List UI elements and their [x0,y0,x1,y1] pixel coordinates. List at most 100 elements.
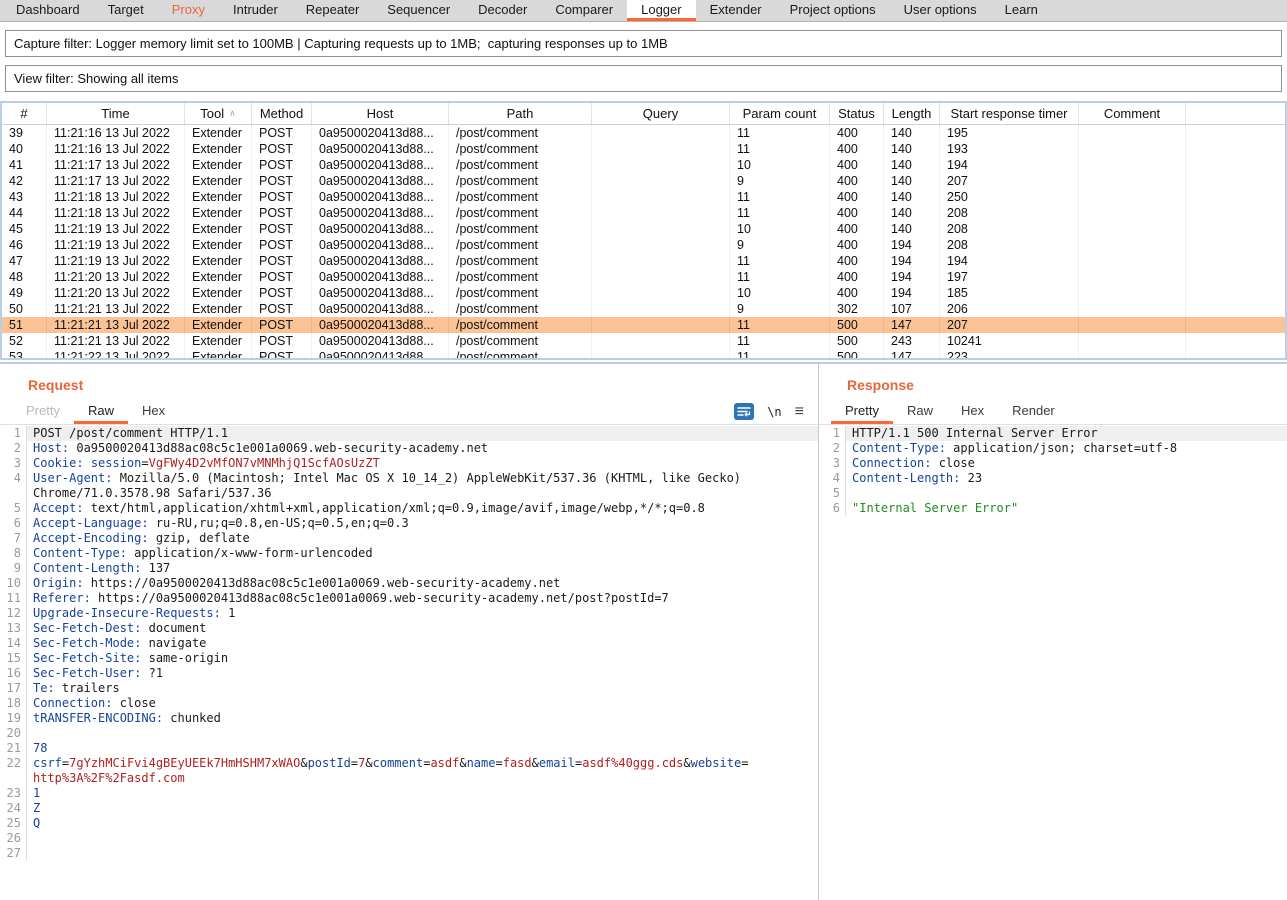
code-line: 25Q [0,816,818,831]
log-row-42[interactable]: 4211:21:17 13 Jul 2022ExtenderPOST0a9500… [2,173,1285,189]
code-line: 2178 [0,741,818,756]
menu-tab-repeater[interactable]: Repeater [292,0,373,21]
request-tab-raw[interactable]: Raw [74,399,128,424]
log-row-51[interactable]: 5111:21:21 13 Jul 2022ExtenderPOST0a9500… [2,317,1285,333]
menu-tab-sequencer[interactable]: Sequencer [373,0,464,21]
column-header-comment[interactable]: Comment [1079,103,1186,124]
column-header-status[interactable]: Status [830,103,884,124]
menu-tab-decoder[interactable]: Decoder [464,0,541,21]
code-line: 3Connection: close [819,456,1287,471]
log-row-40[interactable]: 4011:21:16 13 Jul 2022ExtenderPOST0a9500… [2,141,1285,157]
column-header-host[interactable]: Host [312,103,449,124]
column-header-time[interactable]: Time [47,103,185,124]
log-row-48[interactable]: 4811:21:20 13 Jul 2022ExtenderPOST0a9500… [2,269,1285,285]
cell-path: /post/comment [449,285,592,301]
code-line: 2Host: 0a9500020413d88ac08c5c1e001a0069.… [0,441,818,456]
menu-tab-project-options[interactable]: Project options [776,0,890,21]
newline-icon[interactable]: \n [767,405,781,419]
menu-tab-comparer[interactable]: Comparer [541,0,627,21]
log-row-47[interactable]: 4711:21:19 13 Jul 2022ExtenderPOST0a9500… [2,253,1285,269]
log-row-41[interactable]: 4111:21:17 13 Jul 2022ExtenderPOST0a9500… [2,157,1285,173]
cell-host: 0a9500020413d88... [312,317,449,333]
cell-timer: 208 [940,237,1079,253]
log-row-45[interactable]: 4511:21:19 13 Jul 2022ExtenderPOST0a9500… [2,221,1285,237]
line-number: 2 [0,441,27,456]
cell-path: /post/comment [449,221,592,237]
cell-path: /post/comment [449,125,592,141]
code-line: 19tRANSFER-ENCODING: chunked [0,711,818,726]
log-row-49[interactable]: 4911:21:20 13 Jul 2022ExtenderPOST0a9500… [2,285,1285,301]
response-tab-hex[interactable]: Hex [947,399,998,424]
menu-tab-user-options[interactable]: User options [890,0,991,21]
column-header-label: Query [643,106,678,121]
line-number: 3 [819,456,846,471]
menu-tab-logger[interactable]: Logger [627,0,695,21]
cell-method: POST [252,349,312,360]
code-text: csrf=7gYzhMCiFvi4gBEyUEEk7HmHSHM7xWAO&po… [27,756,818,771]
menu-tab-target[interactable]: Target [94,0,158,21]
line-number: 10 [0,576,27,591]
cell-timer: 194 [940,253,1079,269]
cell-method: POST [252,333,312,349]
cell-method: POST [252,221,312,237]
response-tab-raw[interactable]: Raw [893,399,947,424]
request-editor-icons: \n ≡ [734,399,804,424]
cell-timer: 185 [940,285,1079,301]
cell-param_count: 11 [730,205,830,221]
view-filter-bar[interactable]: View filter: Showing all items [5,65,1282,92]
log-row-43[interactable]: 4311:21:18 13 Jul 2022ExtenderPOST0a9500… [2,189,1285,205]
cell-tool: Extender [185,253,252,269]
cell-num: 42 [2,173,47,189]
menu-tab-dashboard[interactable]: Dashboard [2,0,94,21]
column-header--[interactable]: # [2,103,47,124]
cell-query [592,157,730,173]
cell-path: /post/comment [449,317,592,333]
cell-method: POST [252,125,312,141]
log-row-52[interactable]: 5211:21:21 13 Jul 2022ExtenderPOST0a9500… [2,333,1285,349]
cell-tool: Extender [185,301,252,317]
cell-length: 140 [884,157,940,173]
column-header-label: Path [507,106,534,121]
code-text: HTTP/1.1 500 Internal Server Error [846,426,1287,441]
menu-tab-intruder[interactable]: Intruder [219,0,292,21]
code-line: 5Accept: text/html,application/xhtml+xml… [0,501,818,516]
capture-filter-bar[interactable]: Capture filter: Logger memory limit set … [5,30,1282,57]
log-row-50[interactable]: 5011:21:21 13 Jul 2022ExtenderPOST0a9500… [2,301,1285,317]
wrap-toggle-icon[interactable] [734,403,754,420]
menu-tab-proxy[interactable]: Proxy [158,0,219,21]
cell-query [592,253,730,269]
cell-tool: Extender [185,173,252,189]
cell-path: /post/comment [449,173,592,189]
menu-tab-learn[interactable]: Learn [991,0,1052,21]
column-header-path[interactable]: Path [449,103,592,124]
column-header-tool[interactable]: Tool∧ [185,103,252,124]
cell-timer: 197 [940,269,1079,285]
log-row-53[interactable]: 5311:21:22 13 Jul 2022ExtenderPOST0a9500… [2,349,1285,360]
code-line: 20 [0,726,818,741]
menu-tab-extender[interactable]: Extender [696,0,776,21]
cell-query [592,333,730,349]
response-tab-pretty[interactable]: Pretty [831,399,893,424]
column-header-length[interactable]: Length [884,103,940,124]
column-header-start-response-timer[interactable]: Start response timer [940,103,1079,124]
cell-path: /post/comment [449,253,592,269]
cell-timer: 223 [940,349,1079,360]
log-row-46[interactable]: 4611:21:19 13 Jul 2022ExtenderPOST0a9500… [2,237,1285,253]
column-header-method[interactable]: Method [252,103,312,124]
request-tab-hex[interactable]: Hex [128,399,179,424]
column-header-param-count[interactable]: Param count [730,103,830,124]
log-row-44[interactable]: 4411:21:18 13 Jul 2022ExtenderPOST0a9500… [2,205,1285,221]
editor-menu-icon[interactable]: ≡ [795,404,804,420]
line-number: 16 [0,666,27,681]
log-row-39[interactable]: 3911:21:16 13 Jul 2022ExtenderPOST0a9500… [2,125,1285,141]
cell-num: 40 [2,141,47,157]
cell-time: 11:21:19 13 Jul 2022 [47,237,185,253]
response-tab-render[interactable]: Render [998,399,1069,424]
cell-path: /post/comment [449,157,592,173]
burp-logger-window: DashboardTargetProxyIntruderRepeaterSequ… [0,0,1287,900]
response-editor[interactable]: 1HTTP/1.1 500 Internal Server Error2Cont… [819,426,1287,900]
cell-comment [1079,125,1186,141]
request-editor[interactable]: 1POST /post/comment HTTP/1.12Host: 0a950… [0,426,818,900]
column-header-query[interactable]: Query [592,103,730,124]
code-text: tRANSFER-ENCODING: chunked [27,711,818,726]
